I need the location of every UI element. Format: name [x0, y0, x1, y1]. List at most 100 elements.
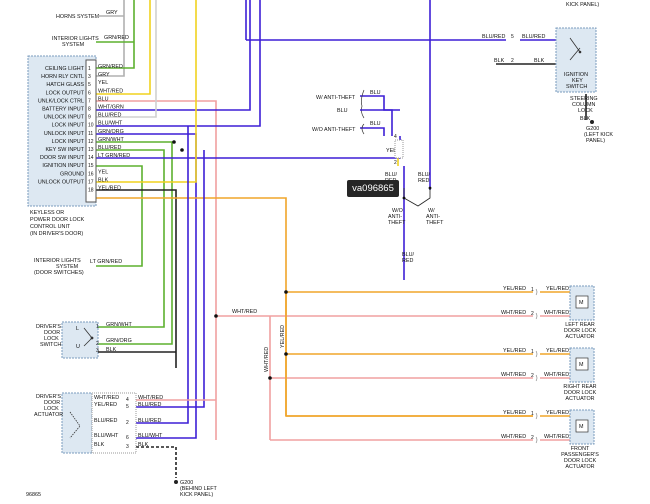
actuator-left-wire: YEL/RED: [94, 402, 117, 408]
module-pin-label: UNLOCK INPUT: [44, 115, 85, 121]
module-pin-number: 7: [88, 98, 91, 104]
at-blu-red-3b: RED: [402, 258, 413, 264]
module-pin-number: 1: [88, 66, 91, 72]
at-pin4: 4: [394, 134, 397, 140]
actuator-pin: 2: [126, 420, 129, 426]
module-pin-label: KEY SW INPUT: [45, 147, 84, 153]
ignition-switch-block: BLU/RED 5 BLU/RED BLK 2 BLK IGNITION KEY…: [482, 27, 613, 144]
ign-blk-left: BLK: [494, 58, 505, 64]
switch-wire-2: GRN/ORG: [106, 338, 132, 344]
module-pin-wire: LT GRN/RED: [98, 153, 130, 159]
switch-pin-1: 1: [96, 324, 99, 330]
module-pin-label: UNLOCK OUTPUT: [38, 179, 85, 185]
wire-blu-wht-lock: [96, 133, 197, 439]
module-pin-label: UNLK/LOCK CTRL: [38, 98, 84, 104]
at-w-label: W/ ANTI-THEFT: [316, 95, 356, 101]
module-pin-wire: BLU/RED: [98, 145, 121, 151]
ign-blk-gnd: BLK: [580, 116, 591, 122]
module-pin-label: HORN RLY CNTL: [41, 74, 84, 80]
actuator-left-wire: WHT/RED: [94, 395, 119, 401]
wire-blu-red-key: [96, 136, 401, 159]
module-pin-wire: YEL: [98, 80, 108, 86]
ign-box-3: SWITCH: [566, 84, 587, 90]
bus-yel-red: [286, 291, 533, 417]
actuator-right-wire: WHT/RED: [138, 395, 163, 401]
at-w-col-3: THEFT: [426, 220, 444, 226]
module-pin-wire: BLU/WHT: [98, 121, 123, 127]
module-pin-number: 16: [88, 171, 94, 177]
image-ref-label: 96865: [26, 492, 41, 498]
actuator-left-wire: BLK: [94, 442, 105, 448]
module-pin-number: 11: [88, 131, 93, 137]
module-pin-number: 6: [88, 90, 91, 96]
bus-wht-red: [216, 315, 533, 441]
module-pin-wire: BLU: [98, 96, 109, 102]
module-pin-wire: YEL: [98, 169, 108, 175]
module-pin-number: 10: [88, 123, 94, 129]
interior-wire-label: GRN/RED: [104, 35, 129, 41]
module-pin-label: LOCK INPUT: [52, 139, 85, 145]
module-pin-wire: GRY: [98, 72, 110, 78]
switch-pin-2: 2: [96, 341, 99, 347]
switch-label-4: SWITCH: [40, 342, 61, 348]
ign-pin5: 5: [511, 34, 514, 40]
ra-left-bot: WHT/RED: [501, 372, 526, 378]
module-pin-number: 8: [88, 107, 91, 113]
module-pin-wire: WHT/GRN: [98, 105, 124, 111]
ra-connector: [535, 412, 538, 444]
door-lock-actuator: DRIVER'S DOOR LOCK ACTUATOR WHT/RED 4 WHT/…: [34, 392, 163, 454]
module-caption-4: (IN DRIVER'S DOOR): [30, 231, 83, 237]
wire-yel-red-unlock: [96, 197, 533, 417]
module-pin-label: GROUND: [60, 171, 84, 177]
ra-name-line: ACTUATOR: [565, 396, 594, 402]
yel-red-bus-label: YEL/RED: [280, 325, 286, 348]
wire-blu-at-w: [360, 95, 393, 136]
anti-theft-block: BLU W/ ANTI-THEFT BLU BLU W/O ANTI-THEFT…: [312, 89, 444, 264]
module-pin-number: 3: [88, 74, 91, 80]
ra-left-top: YEL/RED: [503, 410, 526, 416]
module-pin-number: 9: [88, 115, 91, 121]
ra-motor-letter: M: [579, 300, 584, 306]
actuator-pin: 6: [126, 435, 129, 441]
power-door-lock-module: CEILING LIGHT 1 GRN/RED HORN RLY CNTL 3 GRY HA…: [27, 55, 130, 237]
ra-right-bot: WHT/RED: [544, 372, 569, 378]
module-pin-label: LOCK INPUT: [52, 123, 85, 129]
wire-blu-red-act: [136, 150, 205, 408]
wire-blu-wo: [360, 127, 385, 136]
ra-pin-top: 1: [531, 411, 534, 417]
module-pin-number: 5: [88, 82, 91, 88]
ign-blk-right: BLK: [534, 58, 545, 64]
at-wo-col-3: THEFT: [388, 220, 406, 226]
ra-pin-bot: 2: [531, 435, 534, 441]
horns-wire-label: GRY: [106, 10, 118, 16]
ra-motor-letter: M: [579, 424, 584, 430]
module-pin-wire: GRN/WHT: [98, 137, 124, 143]
switch-L: L: [76, 326, 79, 332]
ign-pin2: 2: [511, 58, 514, 64]
ra-right-top: YEL/RED: [546, 286, 569, 292]
actuator-right-wire: BLK: [138, 442, 149, 448]
actuator-left-wire: BLU/RED: [94, 418, 117, 424]
ra-connector: [535, 288, 538, 320]
ra-pin-bot: 2: [531, 311, 534, 317]
module-pin-wire: YEL/RED: [98, 186, 121, 192]
wire-blk-act: [136, 446, 177, 478]
interior-door-label-3: (DOOR SWITCHES): [34, 270, 84, 276]
actuator-pin: 3: [126, 444, 129, 450]
module-pin-label: HATCH GLASS: [46, 82, 84, 88]
module-pin-number: 15: [88, 163, 94, 169]
ra-left-bot: WHT/RED: [501, 310, 526, 316]
ra-right-top: YEL/RED: [546, 348, 569, 354]
wiring-diagram: CEILING LIGHT 1 GRN/REDHORN RLY CNTL 3 GRYHA…: [26, 0, 613, 498]
interior-door-switches: INTERIOR LIGHTS SYSTEM (DOOR SWITCHES) L…: [34, 258, 122, 276]
module-pin-label: UNLOCK INPUT: [44, 131, 85, 137]
module-pin-number: 13: [88, 147, 94, 153]
ra-name-line: ACTUATOR: [565, 464, 594, 470]
module-pin-label: DOOR SW INPUT: [40, 155, 85, 161]
module-pin-label: LOCK OUTPUT: [46, 90, 85, 96]
ra-right-top: YEL/RED: [546, 410, 569, 416]
ra-left-top: YEL/RED: [503, 348, 526, 354]
actuator-label-4: ACTUATOR: [34, 412, 63, 418]
module-pin-wire: BLU/RED: [98, 113, 121, 119]
ign-col-3: LOCK: [578, 108, 593, 114]
